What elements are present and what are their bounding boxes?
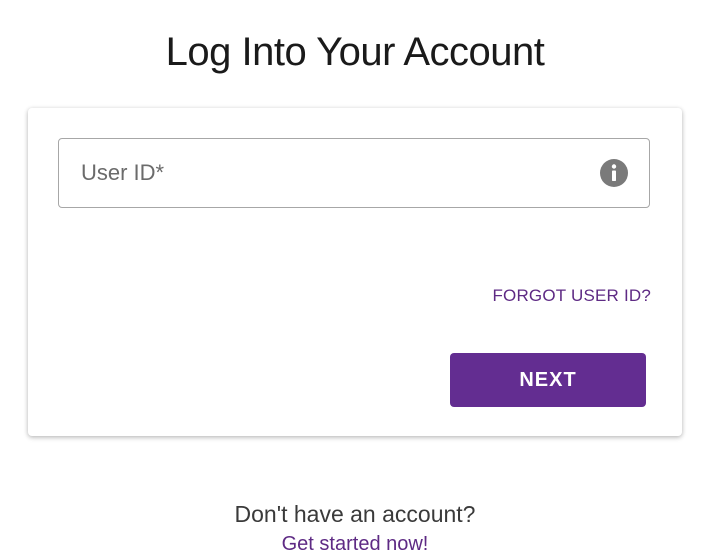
page-title: Log Into Your Account <box>165 30 545 74</box>
login-card: FORGOT USER ID? NEXT <box>28 108 682 436</box>
user-id-input[interactable] <box>59 139 649 207</box>
next-button[interactable]: NEXT <box>450 353 646 407</box>
user-id-field <box>58 138 650 208</box>
info-icon[interactable] <box>599 158 629 188</box>
signup-link-container: Get started now! <box>0 531 710 557</box>
get-started-link[interactable]: Get started now! <box>282 533 429 555</box>
signup-prompt: Don't have an account? <box>234 501 476 527</box>
login-page: Log Into Your Account FORGOT USER ID? NE… <box>0 0 717 557</box>
forgot-user-id-link[interactable]: FORGOT USER ID? <box>492 286 651 306</box>
